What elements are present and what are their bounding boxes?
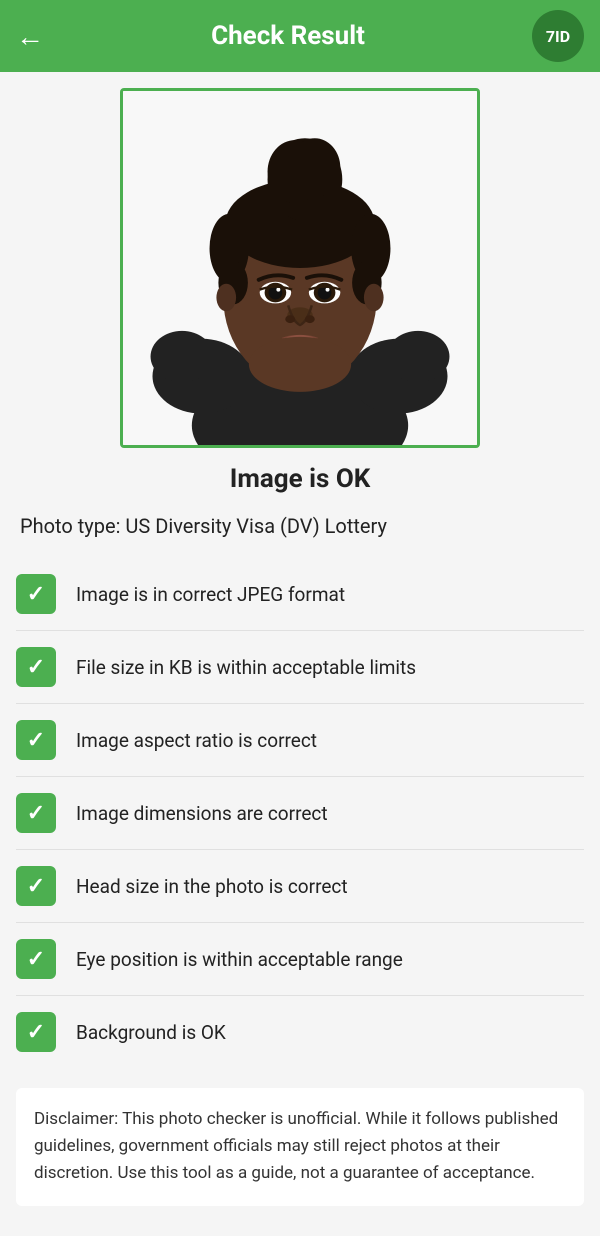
check-icon-eyeposition	[16, 939, 56, 979]
check-item-filesize: File size in KB is within acceptable lim…	[16, 631, 584, 704]
result-title: Image is OK	[16, 464, 584, 494]
check-icon-dimensions	[16, 793, 56, 833]
check-text-aspect: Image aspect ratio is correct	[76, 729, 317, 752]
check-text-filesize: File size in KB is within acceptable lim…	[76, 656, 416, 679]
check-list: Image is in correct JPEG format File siz…	[16, 558, 584, 1068]
back-button[interactable]: ←	[16, 20, 44, 53]
check-text-background: Background is OK	[76, 1021, 226, 1044]
check-text-headsize: Head size in the photo is correct	[76, 875, 348, 898]
check-item-dimensions: Image dimensions are correct	[16, 777, 584, 850]
photo-type-label: Photo type: US Diversity Visa (DV) Lotte…	[16, 514, 584, 538]
photo-container	[16, 88, 584, 448]
check-text-eyeposition: Eye position is within acceptable range	[76, 948, 403, 971]
main-content: Image is OK Photo type: US Diversity Vis…	[0, 72, 600, 1222]
check-item-background: Background is OK	[16, 996, 584, 1068]
check-icon-filesize	[16, 647, 56, 687]
disclaimer-text: Disclaimer: This photo checker is unoffi…	[34, 1109, 558, 1183]
check-icon-background	[16, 1012, 56, 1052]
check-text-dimensions: Image dimensions are correct	[76, 802, 328, 825]
check-item-aspect: Image aspect ratio is correct	[16, 704, 584, 777]
check-icon-jpeg	[16, 574, 56, 614]
photo-frame	[120, 88, 480, 448]
app-logo: 7ID	[532, 10, 584, 62]
disclaimer-box: Disclaimer: This photo checker is unoffi…	[16, 1088, 584, 1206]
check-item-eyeposition: Eye position is within acceptable range	[16, 923, 584, 996]
check-icon-aspect	[16, 720, 56, 760]
header: ← Check Result 7ID	[0, 0, 600, 72]
check-text-jpeg: Image is in correct JPEG format	[76, 583, 345, 606]
check-item-jpeg: Image is in correct JPEG format	[16, 558, 584, 631]
check-item-headsize: Head size in the photo is correct	[16, 850, 584, 923]
passport-photo	[123, 91, 477, 445]
page-title: Check Result	[44, 21, 532, 51]
check-icon-headsize	[16, 866, 56, 906]
